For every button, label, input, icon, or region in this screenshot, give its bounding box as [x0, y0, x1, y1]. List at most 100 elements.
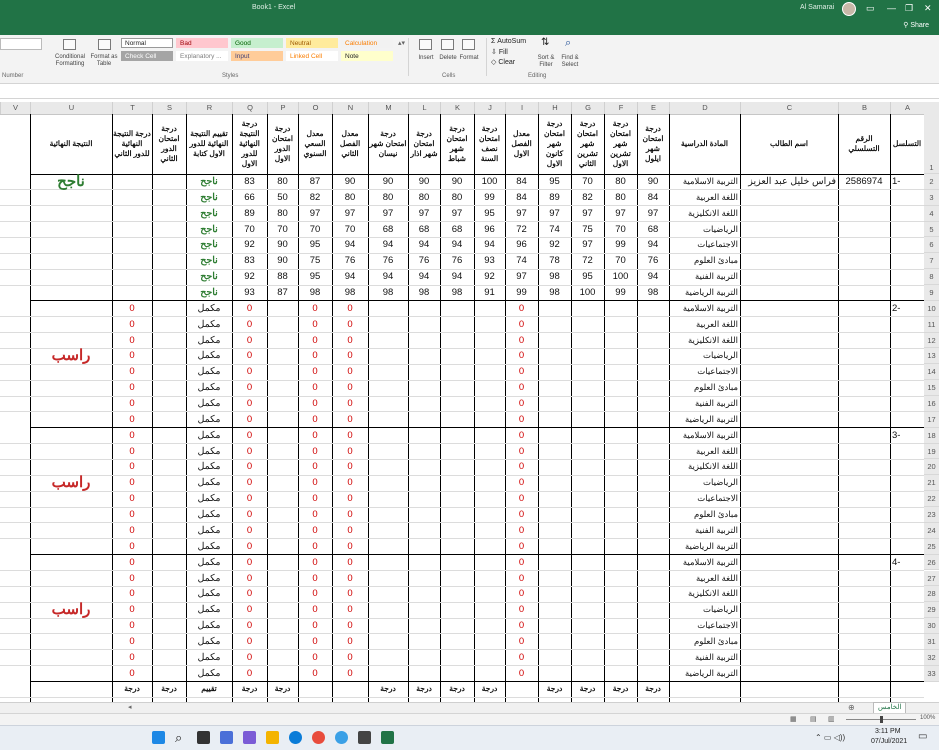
grade-cell-m[interactable]: 68: [368, 222, 408, 238]
row-number[interactable]: 16: [924, 396, 939, 412]
subject-name[interactable]: مبادئ العلوم: [669, 380, 740, 396]
grade-cell-n[interactable]: 0: [332, 586, 368, 602]
grade-cell-f[interactable]: 70: [604, 253, 637, 269]
grade-cell-g[interactable]: 95: [571, 269, 604, 285]
grade-cell-r[interactable]: مكمل: [186, 333, 232, 349]
grade-cell-g[interactable]: 82: [571, 190, 604, 206]
column-header-m[interactable]: M: [368, 102, 408, 114]
grade-cell-i[interactable]: 97: [505, 206, 538, 222]
row-number[interactable]: 32: [924, 649, 939, 666]
final-result[interactable]: راسب: [30, 475, 112, 491]
column-header-s[interactable]: S: [152, 102, 186, 114]
clock-time[interactable]: 3:11 PM: [875, 728, 901, 735]
grade-cell-k[interactable]: 94: [440, 237, 474, 253]
grade-cell-n[interactable]: 0: [332, 396, 368, 412]
row-number[interactable]: 26: [924, 554, 939, 571]
grade-cell-j[interactable]: 95: [474, 206, 505, 222]
grade-cell-i[interactable]: 72: [505, 222, 538, 238]
row-number[interactable]: 9: [924, 285, 939, 301]
grade-cell-t[interactable]: 0: [112, 491, 152, 507]
row-number[interactable]: 13: [924, 348, 939, 365]
partial-header-k[interactable]: درجة: [440, 684, 474, 698]
format-cells-icon[interactable]: [462, 39, 475, 50]
column-header-h[interactable]: H: [538, 102, 571, 114]
header-h[interactable]: درجة امتحان شهر كانون الاول: [538, 114, 571, 174]
student-seq[interactable]: 2-: [890, 301, 924, 317]
grade-cell-o[interactable]: 0: [298, 380, 332, 396]
grade-cell-g[interactable]: 72: [571, 253, 604, 269]
subject-name[interactable]: الاجتماعيات: [669, 364, 740, 380]
column-header-a[interactable]: A: [890, 102, 924, 114]
grade-cell-i[interactable]: 0: [505, 602, 538, 618]
grade-cell-o[interactable]: 0: [298, 523, 332, 539]
grade-cell-i[interactable]: 0: [505, 348, 538, 364]
clear-button[interactable]: ◇ Clear: [491, 58, 515, 66]
grade-cell-g[interactable]: 75: [571, 222, 604, 238]
subject-name[interactable]: الاجتماعيات: [669, 491, 740, 507]
grade-cell-o[interactable]: 0: [298, 475, 332, 491]
student-serial[interactable]: 2586974: [838, 174, 890, 190]
grade-cell-q[interactable]: 0: [232, 333, 267, 349]
grade-cell-n[interactable]: 0: [332, 333, 368, 349]
grade-cell-i[interactable]: 0: [505, 618, 538, 634]
grade-cell-e[interactable]: 94: [637, 269, 669, 285]
grade-cell-q[interactable]: 0: [232, 459, 267, 475]
row-number[interactable]: 17: [924, 411, 939, 428]
row-number[interactable]: 18: [924, 427, 939, 444]
grade-cell-r[interactable]: مكمل: [186, 396, 232, 412]
grade-cell-i[interactable]: 0: [505, 412, 538, 428]
grade-cell-m[interactable]: 80: [368, 190, 408, 206]
grade-cell-o[interactable]: 0: [298, 555, 332, 571]
grade-cell-t[interactable]: 0: [112, 348, 152, 364]
grade-cell-q[interactable]: 0: [232, 555, 267, 571]
header-g[interactable]: درجة امتحان شهر تشرين الثاني: [571, 114, 604, 174]
row-number[interactable]: 2: [924, 174, 939, 190]
row-number[interactable]: 10: [924, 300, 939, 317]
grade-cell-t[interactable]: 0: [112, 666, 152, 682]
grade-cell-t[interactable]: 0: [112, 539, 152, 555]
ribbon-display-icon[interactable]: ▭: [866, 3, 875, 14]
grade-cell-q[interactable]: 0: [232, 571, 267, 587]
grade-cell-i[interactable]: 99: [505, 285, 538, 301]
clock-date[interactable]: 07/Jul/2021: [871, 738, 907, 745]
grade-cell-p[interactable]: 90: [267, 253, 298, 269]
grade-cell-o[interactable]: 0: [298, 364, 332, 380]
grade-cell-i[interactable]: 0: [505, 571, 538, 587]
grade-cell-p[interactable]: 87: [267, 285, 298, 301]
row-number[interactable]: 12: [924, 332, 939, 349]
grade-cell-f[interactable]: 99: [604, 285, 637, 301]
grade-cell-r[interactable]: ناجح: [186, 253, 232, 269]
grade-cell-r[interactable]: ناجح: [186, 206, 232, 222]
grade-cell-n[interactable]: 0: [332, 491, 368, 507]
chrome-icon[interactable]: [312, 731, 325, 744]
grade-cell-q[interactable]: 83: [232, 174, 267, 190]
grade-cell-m[interactable]: 94: [368, 237, 408, 253]
grade-cell-r[interactable]: ناجح: [186, 269, 232, 285]
grade-cell-r[interactable]: ناجح: [186, 237, 232, 253]
grade-cell-i[interactable]: 0: [505, 333, 538, 349]
app-icon[interactable]: [358, 731, 371, 744]
subject-name[interactable]: اللغة العربية: [669, 190, 740, 206]
row-number[interactable]: 23: [924, 507, 939, 523]
page-layout-icon[interactable]: ▤: [810, 715, 817, 723]
grade-cell-r[interactable]: مكمل: [186, 301, 232, 317]
grade-cell-t[interactable]: 0: [112, 650, 152, 666]
grade-cell-h[interactable]: 89: [538, 190, 571, 206]
gallery-scroll-icon[interactable]: ▴▾: [398, 39, 405, 47]
row-number[interactable]: 4: [924, 205, 939, 222]
row-number[interactable]: 3: [924, 189, 939, 206]
grade-cell-o[interactable]: 0: [298, 428, 332, 444]
sort-filter-button[interactable]: Sort & Filter: [533, 55, 559, 69]
grade-cell-r[interactable]: مكمل: [186, 539, 232, 555]
grade-cell-t[interactable]: 0: [112, 396, 152, 412]
task-view-icon[interactable]: [197, 731, 210, 744]
grade-cell-r[interactable]: مكمل: [186, 444, 232, 460]
subject-name[interactable]: التربية الفنية: [669, 269, 740, 285]
zoom-slider-handle[interactable]: [880, 716, 883, 723]
grade-cell-q[interactable]: 66: [232, 190, 267, 206]
grade-cell-h[interactable]: 74: [538, 222, 571, 238]
partial-header-q[interactable]: درجة: [232, 684, 267, 698]
row-number[interactable]: 22: [924, 491, 939, 508]
grade-cell-o[interactable]: 0: [298, 571, 332, 587]
grade-cell-q[interactable]: 89: [232, 206, 267, 222]
